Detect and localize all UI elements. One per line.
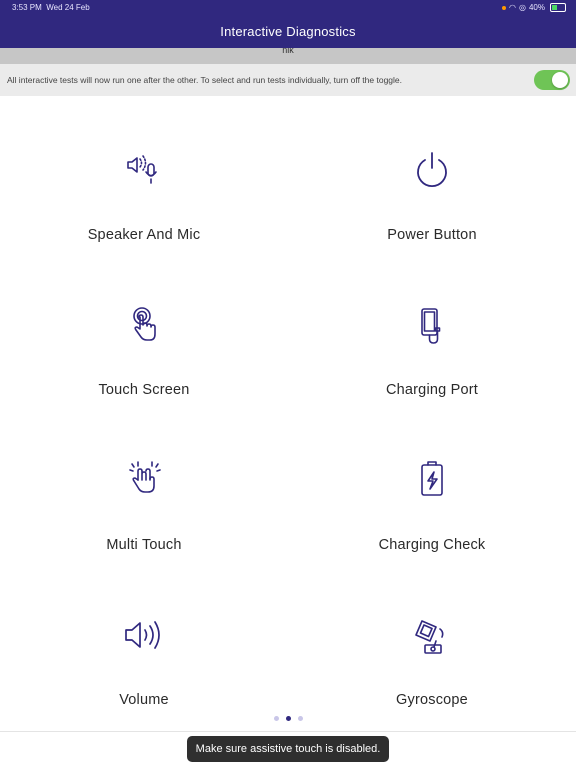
test-label: Charging Port: [385, 382, 479, 398]
test-label: Charging Check: [378, 537, 486, 553]
battery-percent: 40%: [528, 3, 545, 12]
clock: 3:53 PM: [12, 3, 42, 12]
power-icon: [417, 152, 447, 188]
battery-charging-icon: [421, 461, 443, 496]
test-tile-volume[interactable]: Volume: [0, 561, 288, 716]
test-tile-power-button[interactable]: Power Button: [288, 96, 576, 251]
test-tile-speaker-mic[interactable]: Speaker And Mic: [0, 96, 288, 251]
status-time: 3:53 PM Wed 24 Feb: [12, 3, 90, 12]
toggle-knob: [552, 72, 568, 88]
test-tile-charging-check[interactable]: Charging Check: [288, 406, 576, 561]
page-title: Interactive Diagnostics: [220, 24, 356, 39]
strip-text: nik: [282, 48, 294, 55]
wifi-icon: ◠: [509, 3, 516, 12]
page-dot-active[interactable]: [285, 716, 291, 721]
speaker-mic-icon: [127, 155, 157, 184]
notice-text: All interactive tests will now run one a…: [7, 75, 402, 85]
test-tile-multi-touch[interactable]: Multi Touch: [0, 406, 288, 561]
page-dot[interactable]: [273, 716, 279, 721]
toast-message: Make sure assistive touch is disabled.: [187, 736, 389, 762]
battery-icon: [550, 3, 566, 12]
location-icon: ◎: [519, 3, 526, 12]
top-bar: 3:53 PM Wed 24 Feb ◠ ◎ 40% Interactive D…: [0, 0, 576, 48]
charging-port-icon: [421, 308, 441, 344]
test-label: Volume: [119, 692, 169, 708]
test-label: Gyroscope: [396, 692, 468, 708]
info-strip: nik: [0, 48, 576, 64]
notice-bar: All interactive tests will now run one a…: [0, 64, 576, 96]
divider: [0, 731, 576, 732]
multi-touch-icon: [129, 461, 161, 493]
status-icons: ◠ ◎ 40%: [502, 3, 566, 12]
touch-screen-icon: [133, 307, 156, 341]
test-tile-touch-screen[interactable]: Touch Screen: [0, 251, 288, 406]
test-label: Touch Screen: [98, 382, 190, 398]
test-tile-gyroscope[interactable]: Gyroscope: [288, 561, 576, 716]
test-label: Power Button: [387, 227, 477, 243]
recording-dot-icon: [502, 5, 507, 10]
page-indicator[interactable]: [0, 716, 576, 724]
gyroscope-icon: [415, 620, 444, 654]
test-grid: Speaker And Mic Power Button Touch Scree…: [0, 96, 576, 716]
run-all-toggle[interactable]: [534, 70, 570, 90]
date: Wed 24 Feb: [46, 3, 90, 12]
test-label: Multi Touch: [106, 537, 182, 553]
page-dot[interactable]: [297, 716, 303, 721]
volume-icon: [125, 621, 160, 649]
test-label: Speaker And Mic: [87, 227, 201, 243]
test-tile-charging-port[interactable]: Charging Port: [288, 251, 576, 406]
